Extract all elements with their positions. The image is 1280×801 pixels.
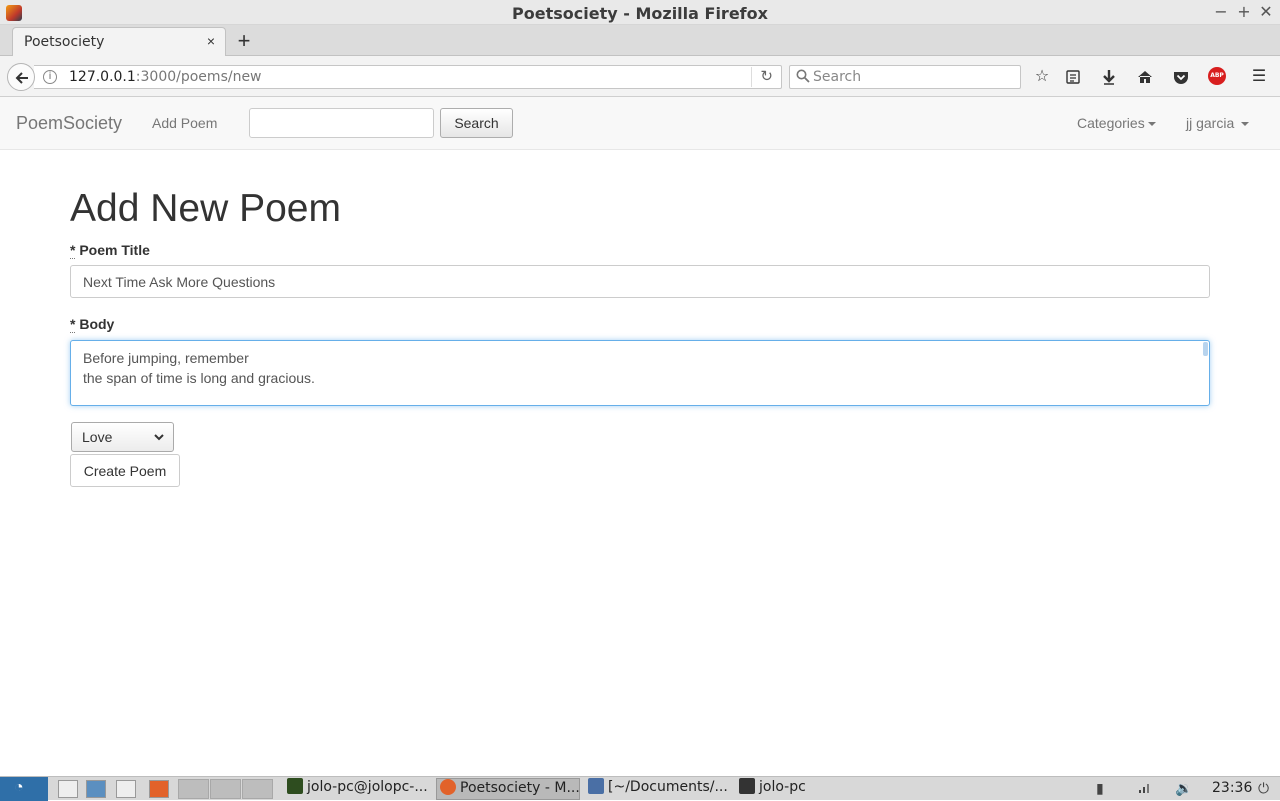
caret-down-icon [1241,122,1250,127]
firefox-launcher-icon[interactable] [149,780,169,798]
bookmark-star-icon[interactable]: ☆ [1031,66,1053,88]
site-search-input[interactable] [249,108,434,138]
required-marker: * [70,316,76,333]
tab-poetsociety[interactable]: Poetsociety × [12,27,226,56]
poem-title-label: * Poem Title [70,242,150,259]
workspace-3[interactable] [242,779,273,799]
reload-icon[interactable]: ↻ [751,67,773,87]
window-title-bar: Poetsociety - Mozilla Firefox − + ✕ [0,0,1280,25]
url-path: :3000/poems/new [135,69,262,85]
site-search-button[interactable]: Search [440,108,513,138]
task-terminal[interactable]: jolo-pc@jolopc-... [284,778,432,800]
site-navbar: PoemSociety Add Poem Search Categories j… [0,97,1280,150]
user-dropdown[interactable]: jj garcia [1186,115,1250,131]
user-name: jj garcia [1186,115,1235,131]
home-icon[interactable] [1134,66,1156,88]
site-info-icon[interactable]: i [43,70,57,84]
start-menu-icon: ◔ [14,779,24,796]
menu-hamburger-icon[interactable]: ☰ [1248,66,1270,88]
window-icon [588,778,604,794]
back-button[interactable] [7,63,35,91]
close-window-button[interactable]: ✕ [1257,2,1275,21]
required-marker: * [70,242,76,259]
taskbar-clock: 23:36 [1212,780,1253,796]
window-title: Poetsociety - Mozilla Firefox [512,4,768,23]
category-select[interactable]: Love [71,422,174,452]
task-documents[interactable]: [~/Documents/... [585,778,731,800]
volume-icon[interactable]: 🔉 [1175,780,1192,797]
pocket-icon[interactable] [1170,66,1192,88]
network-launcher-icon[interactable] [86,780,106,798]
caret-down-icon [1147,122,1156,127]
chevron-down-icon [154,434,164,441]
new-tab-button[interactable]: + [234,28,254,54]
create-poem-button[interactable]: Create Poem [70,454,180,487]
minimize-button[interactable]: − [1212,2,1230,21]
task-folder[interactable]: jolo-pc [736,778,816,800]
tab-close-icon[interactable]: × [207,33,215,49]
browser-search-box[interactable]: Search [789,65,1021,89]
start-menu-button[interactable]: ◔ [0,777,48,801]
url-text[interactable]: 127.0.0.1:3000/poems/new [69,69,262,85]
task-firefox[interactable]: Poetsociety - M... [436,778,580,800]
categories-dropdown[interactable]: Categories [1077,115,1156,131]
browser-search-placeholder: Search [813,69,862,85]
page-title: Add New Poem [70,187,341,230]
download-icon[interactable] [1098,66,1120,88]
firefox-icon [440,779,456,795]
battery-icon[interactable]: ▮ [1096,780,1104,797]
tab-label: Poetsociety [24,34,105,50]
folder-icon [739,778,755,794]
workspace-1[interactable] [178,779,209,799]
network-signal-icon[interactable] [1138,780,1152,797]
browser-toolbar: i 127.0.0.1:3000/poems/new ↻ Search ☆ ☰ [0,56,1280,97]
maximize-button[interactable]: + [1235,2,1253,21]
body-label: * Body [70,316,115,333]
back-arrow-icon [15,72,28,84]
tab-strip: Poetsociety × + [0,25,1280,56]
reading-list-icon[interactable] [1062,66,1084,88]
adblock-plus-icon[interactable]: ABP [1208,67,1226,85]
power-icon[interactable]: ⏻ [1258,780,1269,797]
textarea-scrollbar[interactable] [1203,342,1208,356]
categories-label: Categories [1077,115,1145,131]
workspace-2[interactable] [210,779,241,799]
file-manager-launcher-icon[interactable] [58,780,78,798]
nav-add-poem-link[interactable]: Add Poem [152,115,217,131]
poem-title-input[interactable] [70,265,1210,298]
site-brand-link[interactable]: PoemSociety [16,113,122,134]
search-icon [796,69,810,83]
poem-body-textarea[interactable]: Before jumping, remember the span of tim… [70,340,1210,406]
taskbar: ◔ jolo-pc@jolopc-... Poetsociety - M... … [0,776,1280,801]
category-selected-value: Love [82,429,113,445]
url-host: 127.0.0.1 [69,69,136,85]
url-bar[interactable]: i 127.0.0.1:3000/poems/new ↻ [34,65,782,89]
window-launcher-icon[interactable] [116,780,136,798]
terminal-icon [287,778,303,794]
